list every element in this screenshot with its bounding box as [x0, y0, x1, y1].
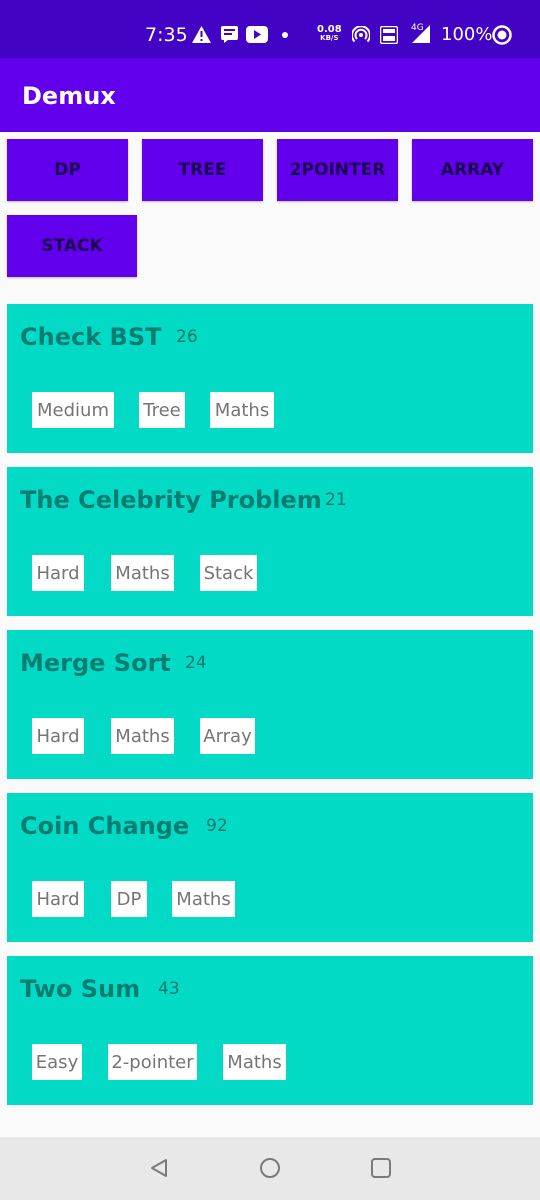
hotspot-icon [352, 26, 370, 43]
filter-button-label: TREE [178, 160, 227, 180]
network-speed-unit: KB/S [320, 34, 339, 42]
problem-card[interactable]: The Celebrity Problem 21 Hard Maths Stac… [7, 467, 533, 616]
navigation-bar [0, 1137, 540, 1200]
alert-icon [192, 26, 211, 43]
network-speed-value: 0.08 [317, 24, 342, 35]
app-bar: Demux [0, 58, 540, 132]
app-title: Demux [22, 82, 116, 110]
signal-icon [412, 25, 430, 43]
recents-icon[interactable] [370, 1157, 392, 1179]
filter-button-label: STACK [41, 236, 103, 256]
problem-count: 24 [185, 653, 207, 673]
problem-card[interactable]: Merge Sort 24 Hard Maths Array [7, 630, 533, 779]
problem-card[interactable]: Check BST 26 Medium Tree Maths [7, 304, 533, 453]
problem-title: Merge Sort [20, 649, 171, 677]
tag-chip: Tree [139, 392, 185, 428]
status-time: 7:35 [145, 24, 188, 46]
tag-chip: Maths [172, 881, 235, 917]
message-icon [221, 26, 238, 43]
tag-chip: 2-pointer [108, 1044, 197, 1080]
filter-button-dp[interactable]: DP [7, 139, 128, 201]
tag-chip: Array [200, 718, 255, 754]
filter-button-label: ARRAY [440, 160, 505, 180]
filter-button-2pointer[interactable]: 2POINTER [277, 139, 398, 201]
volte-icon [380, 26, 398, 44]
home-icon[interactable] [259, 1157, 281, 1179]
tag-chip: Medium [32, 392, 114, 428]
tag-chip: Maths [223, 1044, 286, 1080]
problem-title: The Celebrity Problem [20, 486, 322, 514]
tag-chip: Easy [32, 1044, 82, 1080]
tag-chip: DP [111, 881, 147, 917]
network-speed: 0.08 KB/S [317, 25, 342, 43]
problem-title: Check BST [20, 323, 162, 351]
tag-chip: Maths [210, 392, 274, 428]
battery-percent: 100% [441, 24, 493, 45]
tag-chip: Maths [111, 718, 174, 754]
status-bar: 7:35 0.08 KB/S 4G 100% [0, 0, 540, 58]
problem-title: Coin Change [20, 812, 190, 840]
problem-card[interactable]: Two Sum 43 Easy 2-pointer Maths [7, 956, 533, 1105]
filter-button-stack[interactable]: STACK [7, 215, 137, 277]
tag-chip: Hard [32, 555, 84, 591]
tag-chip: Stack [200, 555, 257, 591]
battery-icon [492, 25, 512, 45]
problem-count: 26 [176, 327, 198, 347]
filter-button-label: DP [54, 160, 81, 180]
problem-title: Two Sum [20, 975, 141, 1003]
youtube-icon [246, 26, 268, 43]
dot-icon [282, 32, 288, 38]
tag-chip: Hard [32, 881, 84, 917]
back-icon[interactable] [148, 1157, 170, 1179]
filter-button-tree[interactable]: TREE [142, 139, 263, 201]
tag-chip: Maths [111, 555, 174, 591]
problem-card[interactable]: Coin Change 92 Hard DP Maths [7, 793, 533, 942]
problem-count: 21 [325, 490, 347, 510]
problem-count: 43 [158, 979, 180, 999]
filter-button-array[interactable]: ARRAY [412, 139, 533, 201]
problem-count: 92 [206, 816, 228, 836]
filter-button-label: 2POINTER [289, 160, 386, 180]
tag-chip: Hard [32, 718, 84, 754]
